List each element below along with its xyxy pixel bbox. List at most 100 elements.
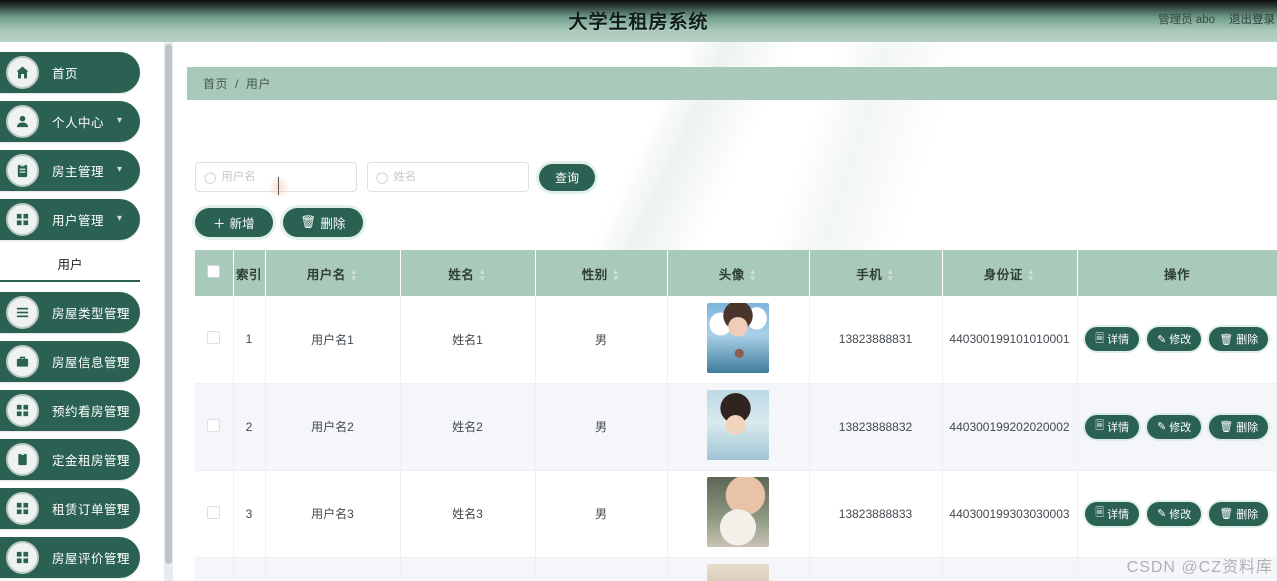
cell-avatar [667, 383, 810, 471]
row-select-cell [195, 470, 234, 558]
cell-phone: 13823888832 [809, 383, 943, 471]
cell-idcard: 440300199404040004 [942, 557, 1078, 581]
row-detail-button[interactable]: 🗏 详情 [1085, 414, 1140, 439]
row-edit-label: 修改 [1169, 508, 1192, 521]
trash-icon: 🗑 [1219, 421, 1234, 433]
sidebar-item-personal-center[interactable]: 个人中心 ▾ [0, 101, 140, 142]
cell-avatar [667, 296, 810, 384]
breadcrumb-root[interactable]: 首页 [203, 75, 228, 92]
logout-button[interactable]: 退出登录 [1229, 11, 1275, 27]
row-select-cell [195, 296, 234, 384]
column-label: 性别 [581, 267, 608, 282]
add-button[interactable]: ＋ 新增 [195, 208, 273, 237]
search-input-name[interactable] [393, 171, 520, 183]
table-row[interactable]: 3 用户名3 姓名3 男 13823888833 440300199303030… [195, 470, 1277, 558]
table-row[interactable]: 4 用户名4 姓名4 男 13823888834 440300199404040… [195, 557, 1277, 581]
row-detail-button[interactable]: 🗏 详情 [1085, 327, 1140, 352]
avatar[interactable] [707, 302, 769, 373]
table-row[interactable]: 2 用户名2 姓名2 男 13823888832 440300199202020… [195, 383, 1277, 471]
detail-icon: 🗏 [1095, 507, 1105, 519]
chevron-down-icon: ▾ [116, 212, 122, 224]
chevron-down-icon: ▾ [116, 501, 122, 513]
trash-icon: 🗑 [300, 215, 317, 229]
sidebar-item-deposit-rent-mgmt[interactable]: 定金租房管理 ▾ [0, 439, 140, 480]
sort-icon[interactable]: ▲ ▼ [886, 268, 894, 283]
sidebar-item-user-mgmt[interactable]: 用户管理 ▾ [0, 199, 140, 240]
column-label: 索引 [235, 267, 262, 282]
chevron-down-icon: ▾ [116, 305, 122, 317]
cell-gender: 男 [535, 383, 668, 471]
row-edit-label: 修改 [1169, 421, 1192, 434]
cell-name: 姓名1 [400, 296, 536, 384]
bulk-delete-label: 删除 [320, 217, 346, 231]
grid-icon [6, 203, 39, 236]
row-delete-button[interactable]: 🗑 删除 [1209, 414, 1269, 439]
row-edit-label: 修改 [1169, 334, 1192, 347]
sort-icon[interactable]: ▲ ▼ [749, 268, 757, 283]
row-checkbox[interactable] [207, 418, 221, 432]
avatar[interactable] [707, 390, 769, 460]
cell-username: 用户名3 [265, 470, 401, 558]
sort-icon[interactable]: ▲ ▼ [350, 268, 358, 283]
search-input-username[interactable] [221, 171, 348, 183]
bulk-delete-button[interactable]: 🗑 删除 [282, 208, 364, 237]
bulk-action-toolbar: ＋ 新增 🗑 删除 [195, 208, 364, 237]
trash-icon: 🗑 [1219, 508, 1234, 520]
grid-icon [6, 541, 39, 574]
row-edit-button[interactable]: ✎ 修改 [1147, 501, 1202, 526]
select-all-checkbox[interactable] [207, 265, 221, 278]
breadcrumb: 首页 / 用户 [187, 67, 1277, 100]
header-user-area: 管理员 abo 退出登录 [1158, 11, 1275, 27]
name-search-field[interactable]: ◯ [367, 162, 529, 192]
sidebar-subitem-user[interactable]: 用户 [0, 248, 140, 280]
username-search-field[interactable]: ◯ [195, 162, 357, 192]
avatar[interactable] [707, 564, 769, 581]
row-checkbox[interactable] [207, 505, 221, 519]
sidebar-item-appointment-mgmt[interactable]: 预约看房管理 ▾ [0, 390, 140, 431]
column-phone[interactable]: 手机 ▲ ▼ [809, 250, 943, 296]
grid-icon [6, 492, 39, 525]
sort-icon[interactable]: ▲ ▼ [1027, 268, 1035, 283]
row-delete-button[interactable]: 🗑 删除 [1209, 327, 1269, 352]
row-delete-button[interactable]: 🗑 删除 [1209, 501, 1269, 526]
sidebar-item-house-review-mgmt[interactable]: 房屋评价管理 ▾ [0, 537, 140, 578]
cell-operations: 🗏详情 ✎修改 🗑删除 [1077, 296, 1277, 384]
row-delete-label: 删除 [1236, 508, 1259, 521]
sort-icon[interactable]: ▲ ▼ [612, 268, 620, 283]
sidebar-item-landlord-mgmt[interactable]: 房主管理 ▾ [0, 150, 140, 191]
sidebar-scrollbar-thumb[interactable] [165, 44, 172, 564]
column-gender[interactable]: 性别 ▲ ▼ [535, 250, 668, 296]
row-checkbox[interactable] [207, 331, 221, 345]
cell-gender: 男 [535, 557, 668, 581]
column-idcard[interactable]: 身份证 ▲ ▼ [942, 250, 1078, 296]
sidebar-item-home[interactable]: 首页 [0, 52, 140, 93]
row-edit-button[interactable]: ✎ 修改 [1147, 327, 1202, 352]
column-name[interactable]: 姓名 ▲ ▼ [400, 250, 536, 296]
main-content: 首页 / 用户 ◯ ◯ 查询 ＋ 新增 🗑 删除 [173, 42, 1277, 581]
column-avatar[interactable]: 头像 ▲ ▼ [667, 250, 810, 296]
row-detail-button[interactable]: 🗏 详情 [1085, 501, 1140, 526]
pencil-icon: ✎ [1157, 333, 1167, 346]
sidebar-item-house-info-mgmt[interactable]: 房屋信息管理 ▾ [0, 341, 140, 382]
table-row[interactable]: 1 用户名1 姓名1 男 13823888831 440300199101010… [195, 296, 1277, 384]
user-table-container: 索引 用户名 ▲ ▼ 姓名 ▲ ▼ 性别 ▲ ▼ 头像 ▲ ▼ 手机 ▲ ▼ 身… [195, 250, 1277, 581]
avatar[interactable] [707, 477, 769, 547]
column-label: 用户名 [306, 267, 346, 282]
row-detail-label: 详情 [1107, 334, 1130, 347]
column-index: 索引 [233, 250, 266, 296]
column-username[interactable]: 用户名 ▲ ▼ [265, 250, 401, 296]
pencil-icon: ✎ [1157, 421, 1167, 433]
search-submit-button[interactable]: 查询 [539, 163, 596, 191]
cell-index: 3 [233, 470, 266, 558]
add-button-label: 新增 [229, 217, 255, 231]
pencil-icon: ✎ [1157, 508, 1167, 520]
cell-idcard: 440300199101010001 [942, 296, 1078, 384]
sidebar-item-lease-order-mgmt[interactable]: 租赁订单管理 ▾ [0, 488, 140, 529]
sidebar-item-house-type-mgmt[interactable]: 房屋类型管理 ▾ [0, 292, 140, 333]
detail-icon: 🗏 [1095, 332, 1105, 345]
row-detail-label: 详情 [1107, 421, 1130, 434]
search-toolbar: ◯ ◯ 查询 [195, 162, 596, 192]
sort-icon[interactable]: ▲ ▼ [478, 268, 486, 283]
row-edit-button[interactable]: ✎ 修改 [1147, 414, 1202, 439]
chevron-down-icon: ▾ [116, 163, 122, 175]
